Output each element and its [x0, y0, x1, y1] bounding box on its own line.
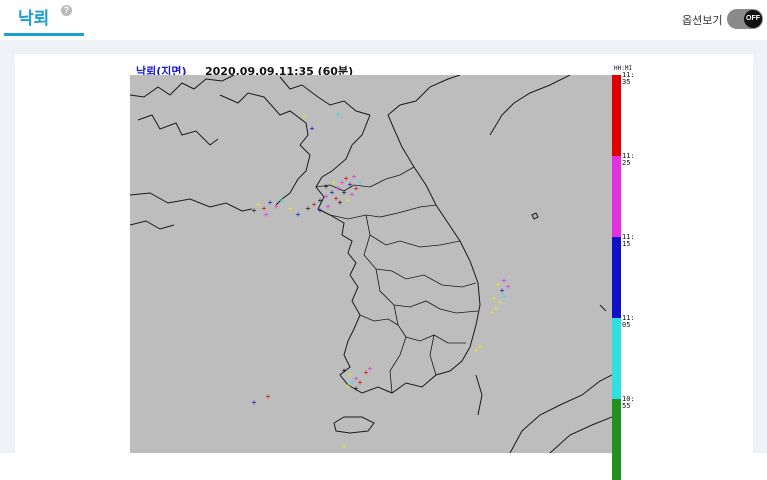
svg-text:+: +: [506, 282, 511, 291]
svg-text:+: +: [306, 204, 311, 213]
toggle-knob: OFF: [744, 10, 762, 28]
svg-text:+: +: [310, 124, 315, 133]
svg-text:+: +: [274, 202, 279, 211]
colorbar-segment: [612, 318, 621, 399]
svg-text:+: +: [342, 366, 347, 375]
tab-title: 낙뢰: [18, 9, 50, 29]
colorbar-label: 11: 15: [622, 234, 636, 248]
svg-text:+: +: [252, 206, 257, 215]
svg-text:+: +: [346, 196, 351, 205]
colorbar-label-minute: 35: [622, 78, 631, 86]
svg-text:+: +: [352, 172, 357, 181]
map-svg: + + + + + + + ++ +++ +++ +++ +++ + ++ +++ +++ …: [130, 75, 612, 453]
colorbar-label: 11: 25: [622, 153, 636, 167]
colorbar-label-minute: 15: [622, 240, 631, 248]
svg-text:+: +: [368, 364, 373, 373]
svg-text:+: +: [252, 398, 257, 407]
colorbar-segment: [612, 237, 621, 318]
svg-text:+: +: [288, 204, 293, 213]
svg-text:+: +: [348, 180, 353, 189]
svg-text:+: +: [264, 210, 269, 219]
colorbar-segment: [612, 399, 621, 480]
page-header: 낙뢰 ? 옵션보기 OFF: [0, 0, 767, 40]
svg-text:+: +: [342, 442, 347, 451]
colorbar-label-minute: 05: [622, 321, 631, 329]
svg-text:+: +: [268, 198, 273, 207]
svg-text:+: +: [318, 206, 323, 215]
svg-text:+: +: [502, 292, 507, 301]
svg-text:+: +: [318, 196, 323, 205]
coastline: [130, 75, 612, 453]
time-colorbar: [612, 75, 621, 480]
option-view-label: 옵션보기: [682, 14, 723, 27]
svg-text:+: +: [338, 198, 343, 207]
svg-text:+: +: [266, 392, 271, 401]
colorbar-label-minute: 25: [622, 159, 631, 167]
tab-lightning[interactable]: 낙뢰 ?: [4, 0, 84, 36]
svg-text:+: +: [324, 182, 329, 191]
svg-text:+: +: [280, 196, 285, 205]
lightning-map: + + + + + + + + + + + + + + + + + + + + + + + + + + + + + + …: [130, 75, 612, 453]
lightning-strikes: + + + + + + + ++ +++ +++ +++ +++ + ++ +++ +++ …: [252, 110, 511, 451]
svg-text:+: +: [490, 308, 495, 317]
colorbar-label: 11: 05: [622, 315, 636, 329]
colorbar-segment: [612, 156, 621, 237]
svg-text:+: +: [354, 384, 359, 393]
help-icon[interactable]: ?: [61, 5, 72, 16]
svg-text:+: +: [346, 382, 351, 391]
colorbar-label: 10: 55: [622, 396, 636, 410]
colorbar-label-minute: 55: [622, 402, 631, 410]
svg-text:+: +: [336, 110, 341, 119]
option-view-toggle[interactable]: OFF: [727, 9, 763, 29]
svg-text:+: +: [358, 178, 363, 187]
svg-text:+: +: [326, 202, 331, 211]
svg-text:+: +: [324, 192, 329, 201]
colorbar-segment: [612, 75, 621, 156]
svg-text:+: +: [478, 342, 483, 351]
colorbar-label: 11: 35: [622, 72, 636, 86]
svg-text:+: +: [332, 178, 337, 187]
svg-text:+: +: [302, 112, 307, 121]
svg-text:+: +: [296, 210, 301, 219]
svg-text:+: +: [492, 294, 497, 303]
svg-text:+: +: [312, 200, 317, 209]
